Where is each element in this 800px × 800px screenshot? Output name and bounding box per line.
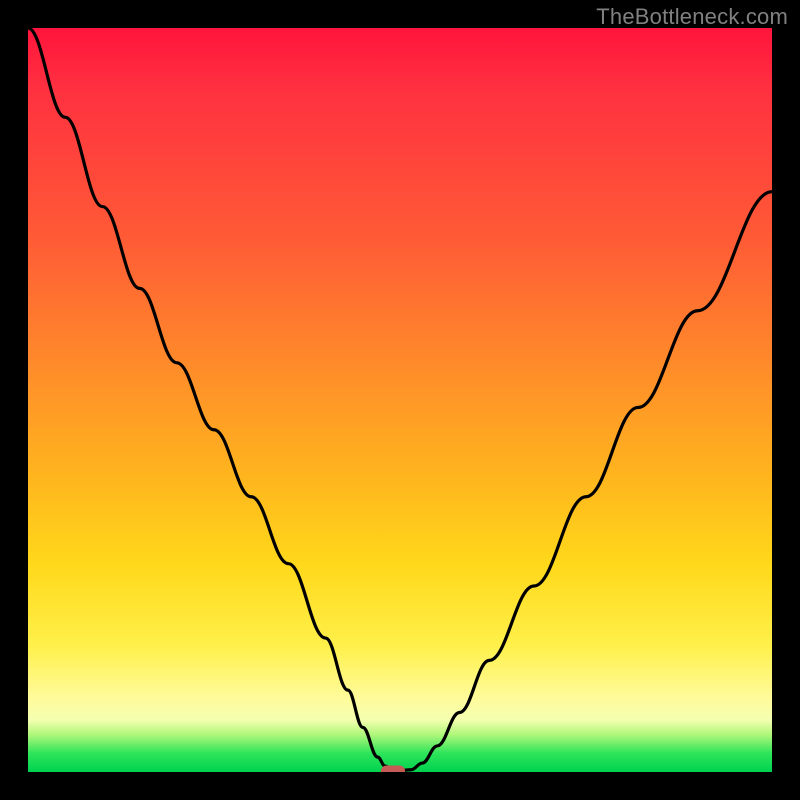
watermark-text: TheBottleneck.com [596,4,788,30]
bottleneck-curve [28,28,772,772]
chart-frame: TheBottleneck.com [0,0,800,800]
plot-area [28,28,772,772]
optimal-marker [381,765,405,772]
